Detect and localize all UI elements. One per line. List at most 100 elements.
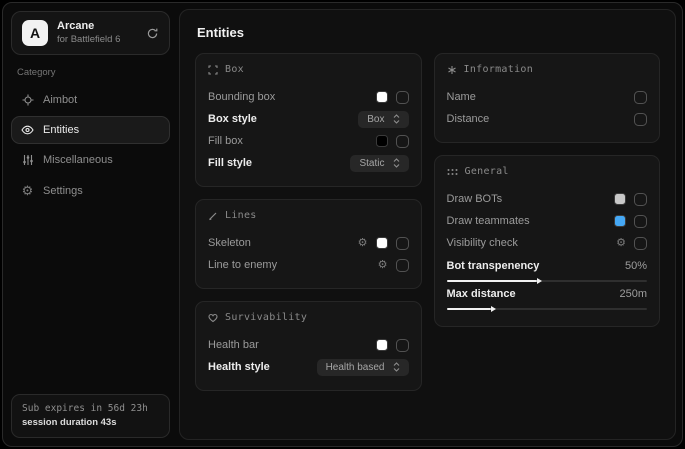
sidebar-item-label: Miscellaneous <box>43 154 113 166</box>
sidebar-item-label: Entities <box>43 124 79 136</box>
color-swatch[interactable] <box>376 339 388 351</box>
bounding-box-checkbox[interactable] <box>396 91 409 104</box>
row-label: Fill style <box>208 157 252 169</box>
session-duration-text: session duration 43s <box>22 416 159 430</box>
fill-box-checkbox[interactable] <box>396 135 409 148</box>
unfold-icon <box>393 158 400 168</box>
bounding-box-row: Bounding box <box>208 86 409 108</box>
heart-icon <box>208 313 218 323</box>
general-panel: General Draw BOTs Draw teammates <box>434 155 661 327</box>
health-style-dropdown[interactable]: Health based <box>317 359 409 376</box>
sidebar: A Arcane for Battlefield 6 Category Aimb… <box>3 3 178 446</box>
panel-title: Box <box>225 64 244 75</box>
sliders-icon <box>21 154 34 166</box>
dropdown-value: Box <box>367 114 384 125</box>
lines-panel: Lines Skeleton ⚙ Line to enemy ⚙ <box>195 199 422 289</box>
fill-box-row: Fill box <box>208 130 409 152</box>
color-swatch[interactable] <box>614 215 626 227</box>
row-label: Draw teammates <box>447 215 530 227</box>
draw-bots-checkbox[interactable] <box>634 193 647 206</box>
row-label: Line to enemy <box>208 259 277 271</box>
slider-value: 50% <box>625 260 647 272</box>
refresh-icon[interactable] <box>146 27 159 40</box>
slider-label: Max distance <box>447 288 516 300</box>
color-swatch[interactable] <box>614 193 626 205</box>
right-column: Information Name Distance <box>434 53 661 339</box>
fill-style-dropdown[interactable]: Static <box>350 155 408 172</box>
visibility-check-row: Visibility check ⚙ <box>447 232 648 254</box>
sidebar-item-entities[interactable]: Entities <box>11 116 170 144</box>
line-to-enemy-row: Line to enemy ⚙ <box>208 254 409 276</box>
app-subtitle: for Battlefield 6 <box>57 34 137 46</box>
health-bar-row: Health bar <box>208 334 409 356</box>
slider-fill <box>447 308 491 310</box>
box-style-dropdown[interactable]: Box <box>358 111 408 128</box>
settings-gear-icon[interactable]: ⚙ <box>616 238 626 249</box>
health-style-row: Health style Health based <box>208 356 409 378</box>
row-label: Health style <box>208 361 270 373</box>
category-label: Category <box>17 67 164 78</box>
name-checkbox[interactable] <box>634 91 647 104</box>
bot-transparency-row: Bot transpenency 50% <box>447 260 648 272</box>
skeleton-row: Skeleton ⚙ <box>208 232 409 254</box>
logo-card: A Arcane for Battlefield 6 <box>11 11 170 55</box>
fill-style-row: Fill style Static <box>208 152 409 174</box>
row-label: Skeleton <box>208 237 251 249</box>
row-label: Health bar <box>208 339 259 351</box>
distance-checkbox[interactable] <box>634 113 647 126</box>
panel-title: Survivability <box>225 312 307 323</box>
color-swatch[interactable] <box>376 135 388 147</box>
line-to-enemy-checkbox[interactable] <box>396 259 409 272</box>
settings-gear-icon[interactable]: ⚙ <box>378 260 388 271</box>
row-label: Visibility check <box>447 237 518 249</box>
grid-dots-icon <box>447 168 458 176</box>
left-column: Box Bounding box Box style Box <box>195 53 422 403</box>
box-panel: Box Bounding box Box style Box <box>195 53 422 187</box>
row-label: Name <box>447 91 476 103</box>
sidebar-item-settings[interactable]: ⚙ Settings <box>11 176 170 205</box>
max-distance-slider[interactable] <box>447 308 648 310</box>
dropdown-value: Health based <box>326 362 385 373</box>
sidebar-item-aimbot[interactable]: Aimbot <box>11 86 170 114</box>
health-bar-checkbox[interactable] <box>396 339 409 352</box>
crosshair-icon <box>21 94 34 106</box>
row-label: Draw BOTs <box>447 193 503 205</box>
main-content: Entities Box Bounding box <box>179 9 676 440</box>
draw-teammates-row: Draw teammates <box>447 210 648 232</box>
unfold-icon <box>393 114 400 124</box>
sub-expiry-text: Sub expires in 56d 23h <box>22 402 159 416</box>
visibility-check-checkbox[interactable] <box>634 237 647 250</box>
name-row: Name <box>447 86 648 108</box>
bot-transparency-slider[interactable] <box>447 280 648 282</box>
row-label: Box style <box>208 113 257 125</box>
unfold-icon <box>393 362 400 372</box>
asterisk-icon <box>447 65 457 75</box>
panel-title: General <box>465 166 509 177</box>
app-title: Arcane <box>57 20 137 34</box>
skeleton-checkbox[interactable] <box>396 237 409 250</box>
sidebar-item-label: Settings <box>43 185 83 197</box>
gear-icon: ⚙ <box>21 184 34 197</box>
eye-icon <box>21 124 34 136</box>
distance-row: Distance <box>447 108 648 130</box>
app-window: A Arcane for Battlefield 6 Category Aimb… <box>2 2 683 447</box>
slider-value: 250m <box>619 288 647 300</box>
dropdown-value: Static <box>359 158 384 169</box>
color-swatch[interactable] <box>376 237 388 249</box>
app-avatar: A <box>22 20 48 46</box>
sidebar-item-miscellaneous[interactable]: Miscellaneous <box>11 146 170 174</box>
settings-gear-icon[interactable]: ⚙ <box>358 238 368 249</box>
page-title: Entities <box>197 25 660 40</box>
color-swatch[interactable] <box>376 91 388 103</box>
row-label: Distance <box>447 113 490 125</box>
draw-teammates-checkbox[interactable] <box>634 215 647 228</box>
draw-bots-row: Draw BOTs <box>447 188 648 210</box>
panel-title: Lines <box>225 210 257 221</box>
pencil-icon <box>208 211 218 221</box>
row-label: Fill box <box>208 135 243 147</box>
box-corners-icon <box>208 65 218 75</box>
survivability-panel: Survivability Health bar Health style He… <box>195 301 422 391</box>
panel-title: Information <box>464 64 534 75</box>
box-style-row: Box style Box <box>208 108 409 130</box>
information-panel: Information Name Distance <box>434 53 661 143</box>
